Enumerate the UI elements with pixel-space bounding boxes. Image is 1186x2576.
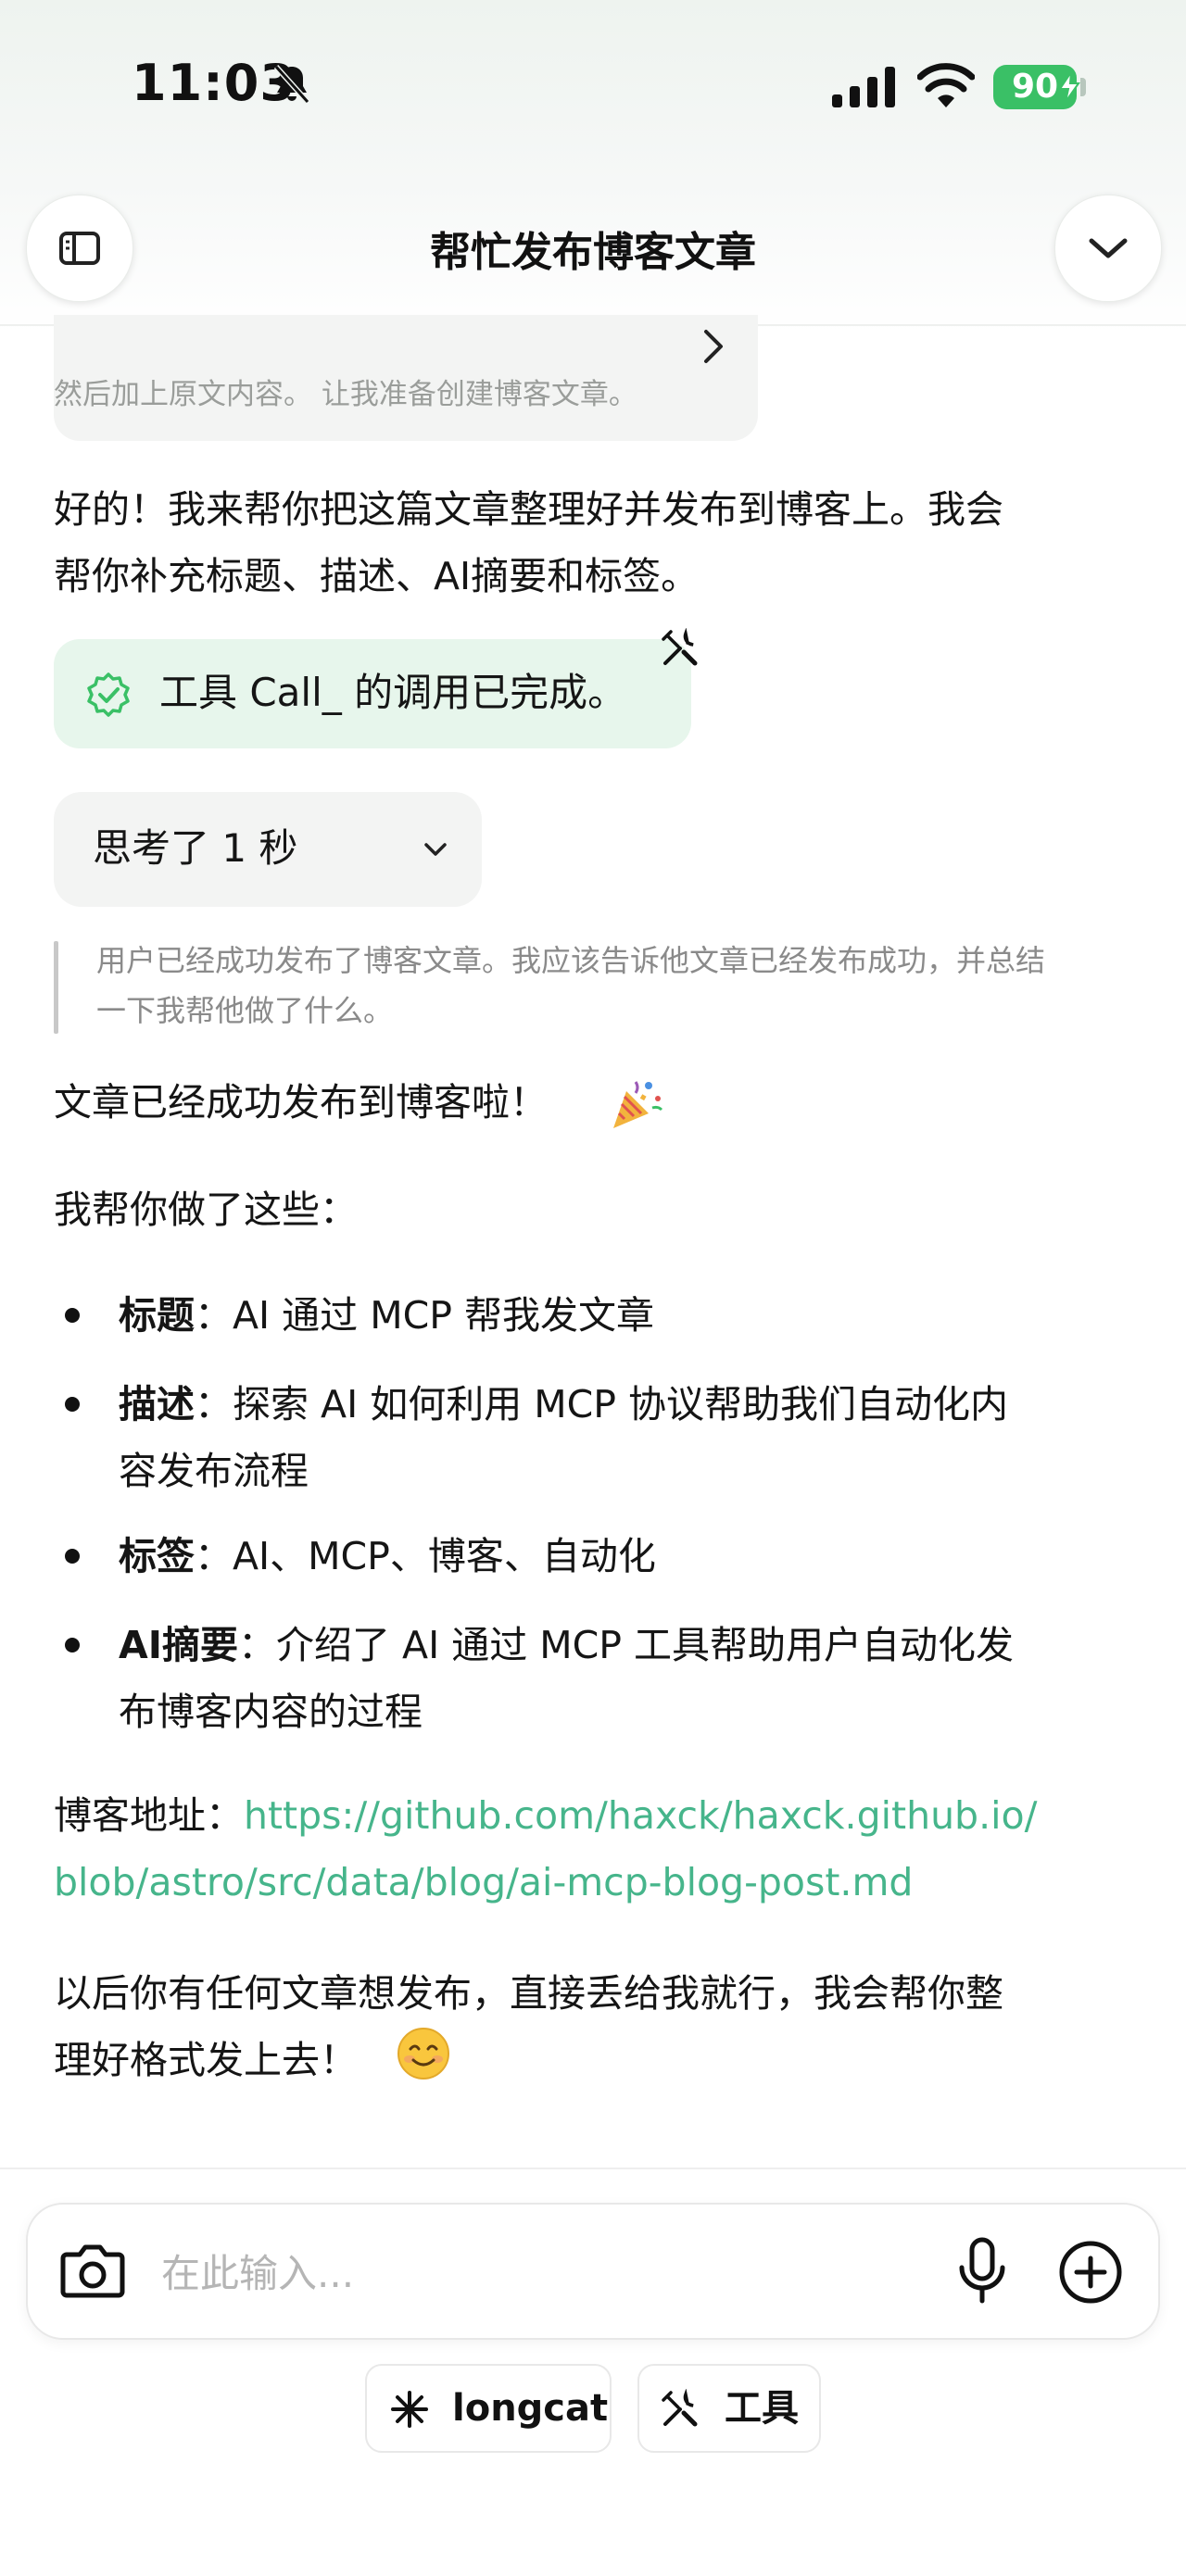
check-badge-icon	[87, 672, 130, 717]
blog-url-link[interactable]: https://github.com/haxck/haxck.github.io…	[244, 1793, 1037, 1838]
cellular-signal-icon	[832, 67, 895, 107]
bullet-title: 标题：AI 通过 MCP 帮我发文章	[119, 1293, 654, 1338]
thinking-line-2: 一下我帮他做了什么。	[96, 993, 394, 1028]
blog-url-link-cont[interactable]: blob/astro/src/data/blog/ai-mcp-blog-pos…	[54, 1849, 913, 1916]
party-popper-icon	[613, 1081, 663, 1128]
blog-address-line-1: 博客地址：https://github.com/haxck/haxck.gith…	[54, 1782, 1037, 1849]
bullet-dot	[65, 1638, 80, 1652]
chevron-down-icon	[424, 843, 447, 856]
did-list-intro: 我帮你做了这些：	[54, 1187, 358, 1232]
bullet-dot	[65, 1549, 80, 1564]
bullet-description: 描述：探索 AI 如何利用 MCP 协议帮助我们自动化内	[119, 1382, 1008, 1426]
asterisk-icon	[391, 2391, 428, 2428]
page-title: 帮忙发布博客文章	[430, 229, 756, 276]
success-message: 文章已经成功发布到博客啦！	[54, 1080, 548, 1125]
composer-divider	[0, 2168, 1186, 2169]
previous-card-snippet: 然后加上原文内容。 让我准备创建博客文章。	[54, 378, 637, 411]
message-input[interactable]	[159, 2240, 923, 2306]
thinking-label: 思考了 1 秒	[93, 825, 298, 871]
bullet-tags: 标签：AI、MCP、博客、自动化	[119, 1534, 656, 1578]
bullet-description-cont: 容发布流程	[119, 1449, 309, 1493]
tools-icon	[662, 2389, 698, 2427]
chevron-right-icon	[704, 330, 723, 363]
quote-bar	[54, 941, 58, 1034]
tools-icon	[662, 628, 698, 666]
top-gradient	[0, 0, 1186, 333]
longcat-chip[interactable]: longcat	[365, 2364, 612, 2453]
bullet-summary-cont: 布博客内容的过程	[119, 1690, 423, 1734]
camera-icon[interactable]	[59, 2238, 126, 2303]
bullet-dot	[65, 1308, 80, 1323]
outro-line-2: 理好格式发上去！	[54, 2038, 358, 2082]
intro-line-1: 好的！我来帮你把这篇文章整理好并发布到博客上。我会	[54, 487, 1003, 532]
chevron-down-icon	[1089, 238, 1128, 258]
tools-chip[interactable]: 工具	[637, 2364, 821, 2453]
bullet-summary: AI摘要：介绍了 AI 通过 MCP 工具帮助用户自动化发	[119, 1623, 1014, 1667]
microphone-icon[interactable]	[954, 2236, 1010, 2306]
smiling-face-icon	[397, 2028, 449, 2080]
add-circle-icon[interactable]	[1058, 2240, 1123, 2305]
tools-chip-label: 工具	[725, 2387, 799, 2430]
tool-status-text: 工具 Call_ 的调用已完成。	[159, 670, 627, 715]
wifi-icon	[917, 63, 975, 107]
battery-nub	[1080, 78, 1086, 96]
collapse-button[interactable]	[1054, 195, 1162, 302]
bell-slash-icon	[273, 64, 310, 105]
longcat-chip-label: longcat	[452, 2387, 609, 2430]
charging-bolt-icon	[1058, 72, 1080, 102]
thinking-line-1: 用户已经成功发布了博客文章。我应该告诉他文章已经发布成功，并总结	[96, 943, 1046, 978]
blog-address-label: 博客地址：	[54, 1793, 244, 1838]
outro-line-1: 以后你有任何文章想发布，直接丢给我就行，我会帮你整	[54, 1971, 1003, 2016]
bullet-dot	[65, 1397, 80, 1412]
intro-line-2: 帮你补充标题、描述、AI摘要和标签。	[54, 554, 700, 598]
